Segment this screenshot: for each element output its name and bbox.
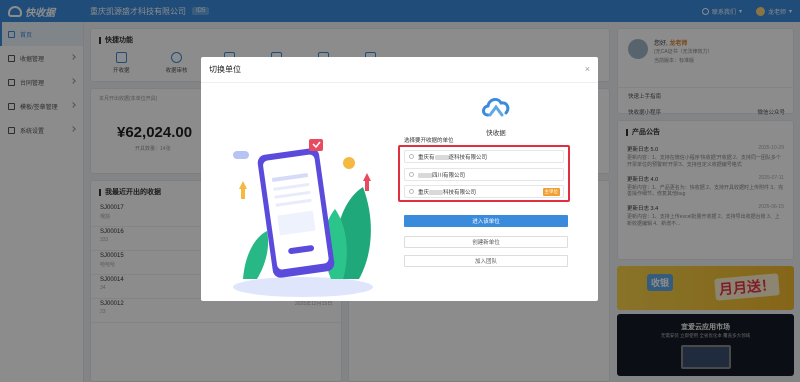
unit-name: 重庆 科技有限公司	[418, 188, 476, 196]
unit-name: 四川有限公司	[418, 171, 465, 179]
switch-unit-dialog: 切换单位 × 快收据 选择要开收据的单位 重庆有 逐科技有限公司 四川有限公司	[201, 57, 598, 301]
brand-name: 快收据	[486, 130, 506, 137]
phone-illustration	[233, 139, 373, 297]
unit-name-suffix: 四川有限公司	[432, 172, 466, 179]
choose-unit-label: 选择要开收据的单位	[404, 138, 454, 144]
redacted-text	[429, 189, 444, 195]
primary-unit-badge: 主单位	[542, 188, 560, 196]
unit-option[interactable]: 重庆有 逐科技有限公司	[404, 150, 564, 163]
create-unit-button[interactable]: 创建新单位	[404, 236, 568, 248]
radio-button[interactable]	[409, 189, 414, 194]
redacted-text	[418, 172, 432, 178]
cloud-logo-icon	[482, 97, 510, 117]
unit-name-suffix: 科技有限公司	[443, 189, 477, 196]
unit-option[interactable]: 重庆 科技有限公司 主单位	[404, 185, 564, 198]
dialog-title: 切换单位	[201, 57, 598, 83]
unit-name-suffix: 逐科技有限公司	[448, 154, 488, 161]
unit-name: 重庆有 逐科技有限公司	[418, 153, 487, 161]
redacted-text	[434, 154, 449, 160]
unit-option[interactable]: 四川有限公司	[404, 168, 564, 181]
close-icon[interactable]: ×	[585, 64, 590, 74]
radio-button[interactable]	[409, 172, 414, 177]
enter-unit-button[interactable]: 进入该单位	[404, 215, 568, 227]
join-team-button[interactable]: 加入团队	[404, 255, 568, 267]
unit-name-prefix: 重庆有	[418, 154, 435, 161]
unit-name-prefix: 重庆	[418, 189, 430, 196]
radio-button[interactable]	[409, 154, 414, 159]
